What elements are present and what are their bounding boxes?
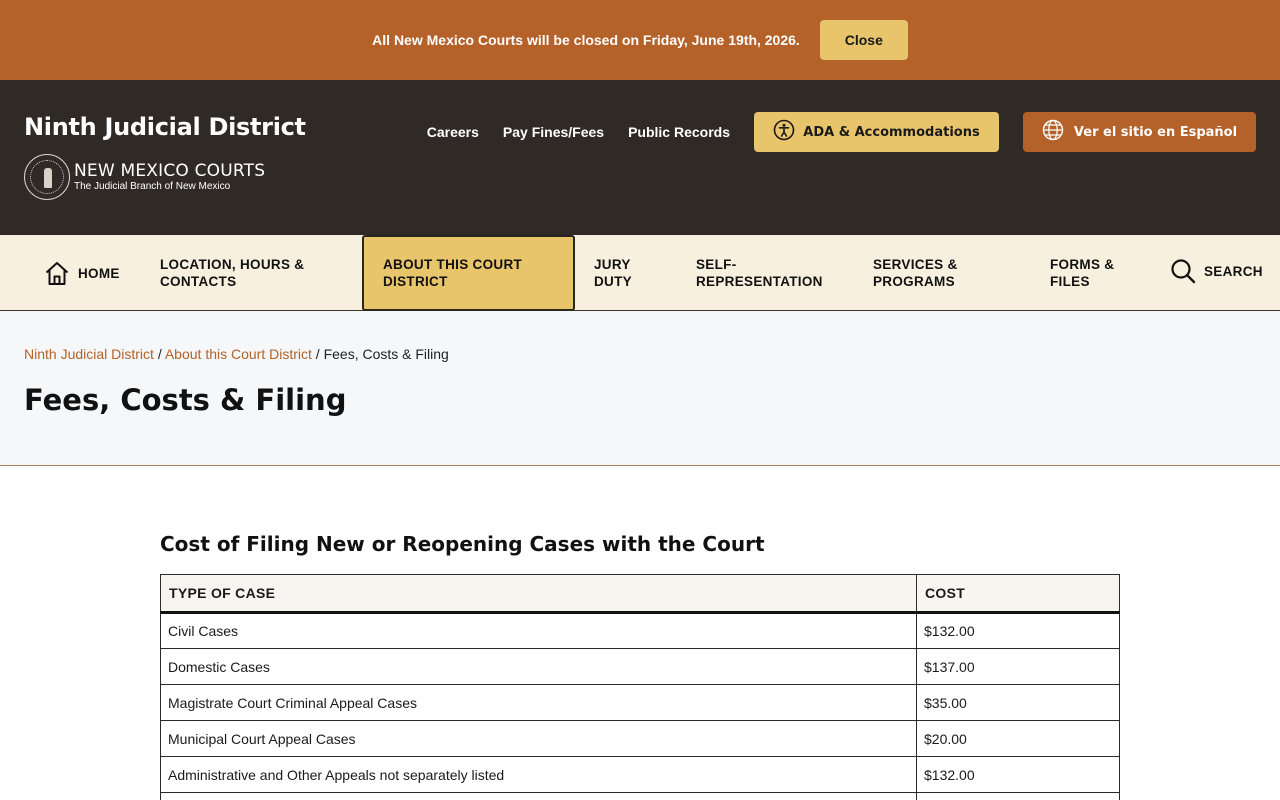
nav-home-label: HOME (78, 265, 120, 281)
home-icon (44, 260, 70, 286)
filing-costs-table: TYPE OF CASE COST Civil Cases $132.00 Do… (160, 574, 1120, 800)
alert-close-button[interactable]: Close (819, 20, 908, 60)
search-icon (1170, 258, 1196, 284)
nav-services-programs[interactable]: SERVICES & PROGRAMS (873, 235, 993, 311)
ada-button-label: ADA & Accommodations (803, 124, 980, 140)
breadcrumb-separator: / (153, 346, 165, 362)
cost-cell: $132.00 (916, 756, 1120, 793)
case-type-cell: Domestic Cases (160, 648, 917, 685)
column-header-cost: COST (916, 574, 1120, 614)
accessibility-icon (773, 119, 795, 145)
section-heading: Cost of Filing New or Reopening Cases wi… (160, 532, 765, 556)
logo-subtitle: The Judicial Branch of New Mexico (74, 180, 231, 192)
nav-forms-files[interactable]: FORMS & FILES (1050, 235, 1140, 311)
breadcrumb: Ninth Judicial District / About this Cou… (24, 346, 449, 362)
nav-search[interactable]: SEARCH (1170, 233, 1263, 309)
careers-link[interactable]: Careers (427, 124, 479, 140)
cost-cell: $137.00 (916, 648, 1120, 685)
spanish-site-button[interactable]: Ver el sitio en Español (1023, 112, 1256, 152)
nm-courts-logo[interactable]: NEW MEXICO COURTS The Judicial Branch of… (24, 154, 265, 200)
alert-message: All New Mexico Courts will be closed on … (372, 32, 800, 48)
main-nav: HOME LOCATION, HOURS & CONTACTS ABOUT TH… (0, 235, 1280, 311)
court-seal-icon (24, 154, 70, 200)
cost-cell: $132.00 (916, 612, 1120, 649)
column-header-type: TYPE OF CASE (160, 574, 917, 614)
case-type-cell: Administrative and Other Appeals not sep… (160, 756, 917, 793)
nav-jury-duty[interactable]: JURY DUTY (594, 235, 664, 311)
closure-alert-bar: All New Mexico Courts will be closed on … (0, 0, 1280, 80)
site-header: Ninth Judicial District NEW MEXICO COURT… (0, 80, 1280, 235)
nav-search-label: SEARCH (1204, 263, 1263, 279)
nav-location-hours-contacts[interactable]: LOCATION, HOURS & CONTACTS (160, 235, 330, 311)
table-row (160, 792, 1120, 800)
nav-self-representation[interactable]: SELF-REPRESENTATION (696, 235, 836, 311)
table-row: Magistrate Court Criminal Appeal Cases $… (160, 684, 1120, 721)
table-row: Civil Cases $132.00 (160, 612, 1120, 649)
utility-nav: Careers Pay Fines/Fees Public Records AD… (427, 112, 1256, 152)
cost-cell: $35.00 (916, 684, 1120, 721)
table-row: Administrative and Other Appeals not sep… (160, 756, 1120, 793)
nav-home[interactable]: HOME (44, 235, 120, 311)
cost-cell: $20.00 (916, 720, 1120, 757)
case-type-cell (160, 792, 917, 800)
site-title[interactable]: Ninth Judicial District (24, 113, 306, 141)
page-title: Fees, Costs & Filing (24, 383, 347, 417)
breadcrumb-parent-link[interactable]: About this Court District (165, 346, 312, 362)
case-type-cell: Municipal Court Appeal Cases (160, 720, 917, 757)
spanish-button-label: Ver el sitio en Español (1073, 124, 1238, 140)
pay-fines-link[interactable]: Pay Fines/Fees (503, 124, 604, 140)
case-type-cell: Civil Cases (160, 612, 917, 649)
logo-name: NEW MEXICO COURTS (74, 160, 266, 181)
table-header-row: TYPE OF CASE COST (160, 574, 1120, 614)
nav-about-court-district[interactable]: ABOUT THIS COURT DISTRICT (362, 235, 575, 311)
breadcrumb-separator: / (311, 346, 324, 362)
case-type-cell: Magistrate Court Criminal Appeal Cases (160, 684, 917, 721)
ada-accommodations-button[interactable]: ADA & Accommodations (754, 112, 999, 152)
cost-cell (916, 792, 1120, 800)
globe-icon (1042, 119, 1064, 145)
public-records-link[interactable]: Public Records (628, 124, 730, 140)
table-row: Domestic Cases $137.00 (160, 648, 1120, 685)
breadcrumb-home-link[interactable]: Ninth Judicial District (24, 346, 154, 362)
table-row: Municipal Court Appeal Cases $20.00 (160, 720, 1120, 757)
page-title-band: Ninth Judicial District / About this Cou… (0, 311, 1280, 466)
breadcrumb-current: Fees, Costs & Filing (323, 346, 449, 362)
